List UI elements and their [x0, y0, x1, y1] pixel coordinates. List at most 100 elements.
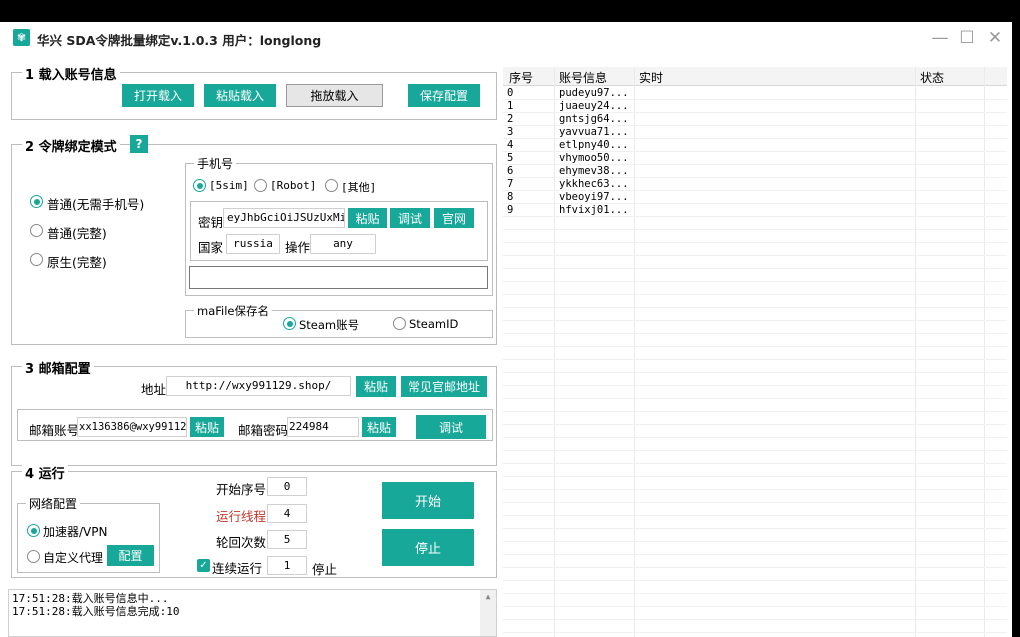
phone-group-label: 手机号 [194, 155, 237, 172]
row-index: 5 [507, 152, 514, 164]
table-header: 序号 账号信息 实时 状态 [503, 67, 1007, 86]
header-status[interactable]: 状态 [920, 69, 944, 86]
email-password-label: 邮箱密码 [238, 423, 289, 438]
mafile-radio-steamid[interactable] [393, 317, 406, 330]
mode-radio-0[interactable] [30, 195, 43, 208]
minimize-icon[interactable]: — [929, 27, 951, 49]
drag-load-button[interactable]: 拖放载入 [286, 84, 383, 107]
common-address-button[interactable]: 常见官邮地址 [401, 376, 487, 397]
row-divider [503, 476, 1007, 477]
row-divider [503, 606, 1007, 607]
row-account: pudeyu97... [559, 87, 629, 99]
app-logo-icon: ✾ [13, 29, 30, 46]
title-bar: ✾ 华兴 SDA令牌批量绑定v.1.0.3 用户：longlong — ☐ ✕ [0, 22, 1012, 54]
account-table[interactable]: 序号 账号信息 实时 状态 0 pudeyu97... 1 juaeuy24... 2 g… [503, 67, 1007, 637]
column-divider [915, 67, 916, 637]
email-test-button[interactable]: 调试 [416, 415, 486, 439]
mode-label-0: 普通(无需手机号) [47, 197, 145, 212]
network-radio-proxy[interactable] [27, 550, 40, 563]
email-account-input[interactable]: xx136386@wxy991129 [77, 417, 187, 437]
phone-label-5sim: [5sim] [209, 179, 249, 192]
official-site-button[interactable]: 官网 [434, 208, 474, 228]
row-divider [503, 242, 1007, 243]
row-divider [503, 541, 1007, 542]
mafile-group-label: maFile保存名 [194, 303, 272, 319]
row-divider [503, 632, 1007, 633]
maximize-icon[interactable]: ☐ [956, 27, 978, 49]
row-divider [503, 502, 1007, 503]
section4-title: 4 运行 [22, 463, 68, 482]
row-divider [503, 515, 1007, 516]
network-label-vpn: 加速器/VPN [43, 525, 108, 539]
close-icon[interactable]: ✕ [984, 27, 1006, 49]
phone-radio-other[interactable] [325, 179, 338, 192]
email-password-input[interactable]: 224984 [287, 417, 359, 437]
mode-label-2: 原生(完整) [47, 255, 107, 270]
threads-input[interactable]: 4 [267, 504, 307, 523]
section1-title: 1 载入账号信息 [22, 64, 120, 83]
operation-input[interactable]: any [310, 234, 376, 254]
column-divider [554, 67, 555, 637]
start-button[interactable]: 开始 [382, 482, 474, 519]
mafile-radio-account[interactable] [283, 317, 296, 330]
key-test-button[interactable]: 调试 [390, 208, 430, 228]
email-account-paste-button[interactable]: 粘贴 [190, 417, 224, 437]
row-account: hfvixj01... [559, 204, 629, 216]
email-password-paste-button[interactable]: 粘贴 [362, 417, 396, 437]
row-index: 9 [507, 204, 514, 216]
log-line: 17:51:28:载入账号信息中... [12, 592, 169, 605]
network-group-label: 网络配置 [26, 495, 81, 512]
row-divider [503, 333, 1007, 334]
address-input[interactable]: http://wxy991129.shop/ [166, 376, 351, 396]
row-divider [503, 463, 1007, 464]
stop-after-label: 停止 [312, 562, 338, 577]
proxy-config-button[interactable]: 配置 [107, 545, 154, 566]
mode-radio-2[interactable] [30, 253, 43, 266]
row-index: 1 [507, 100, 514, 112]
row-divider [503, 346, 1007, 347]
threads-label: 运行线程 [216, 509, 267, 524]
row-divider [503, 424, 1007, 425]
row-account: yavvua71... [559, 126, 629, 138]
row-divider [503, 281, 1007, 282]
network-radio-vpn[interactable] [27, 524, 40, 537]
phone-radio-robot[interactable] [254, 179, 267, 192]
start-index-input[interactable]: 0 [267, 477, 307, 496]
mafile-label-account: Steam账号 [299, 318, 360, 332]
row-divider [503, 385, 1007, 386]
address-label: 地址 [141, 382, 167, 397]
header-account[interactable]: 账号信息 [559, 69, 607, 86]
log-scrollbar[interactable]: ▲ [480, 590, 496, 636]
log-panel[interactable]: 17:51:28:载入账号信息中... 17:51:28:载入账号信息完成:10… [8, 589, 497, 637]
help-button[interactable]: ? [130, 135, 148, 153]
row-divider [503, 372, 1007, 373]
key-input[interactable]: eyJhbGciOiJSUzUxMiI [223, 208, 345, 228]
rounds-label: 轮回次数 [216, 535, 267, 550]
mode-radio-1[interactable] [30, 224, 43, 237]
email-account-label: 邮箱账号 [29, 423, 80, 438]
country-input[interactable]: russia [226, 234, 280, 254]
row-divider [503, 359, 1007, 360]
row-divider [503, 528, 1007, 529]
row-index: 8 [507, 191, 514, 203]
continuous-run-input[interactable]: 1 [267, 556, 307, 575]
key-paste-button[interactable]: 粘贴 [348, 208, 387, 228]
phone-status-input[interactable] [189, 266, 488, 289]
continuous-run-checkbox[interactable]: ✓ [197, 559, 210, 572]
row-index: 4 [507, 139, 514, 151]
section2-title: 2 令牌绑定模式 [22, 136, 120, 155]
row-divider [503, 554, 1007, 555]
phone-radio-5sim[interactable] [193, 179, 206, 192]
header-index[interactable]: 序号 [509, 69, 533, 86]
address-paste-button[interactable]: 粘贴 [356, 376, 396, 397]
open-load-button[interactable]: 打开载入 [122, 84, 194, 107]
header-realtime[interactable]: 实时 [639, 69, 663, 86]
paste-load-button[interactable]: 粘贴载入 [204, 84, 276, 107]
row-divider [503, 320, 1007, 321]
stop-button[interactable]: 停止 [382, 529, 474, 566]
operation-label: 操作 [285, 240, 311, 255]
row-account: ehymev38... [559, 165, 629, 177]
key-label: 密钥 [198, 215, 224, 230]
rounds-input[interactable]: 5 [267, 530, 307, 549]
save-config-button[interactable]: 保存配置 [408, 84, 480, 107]
